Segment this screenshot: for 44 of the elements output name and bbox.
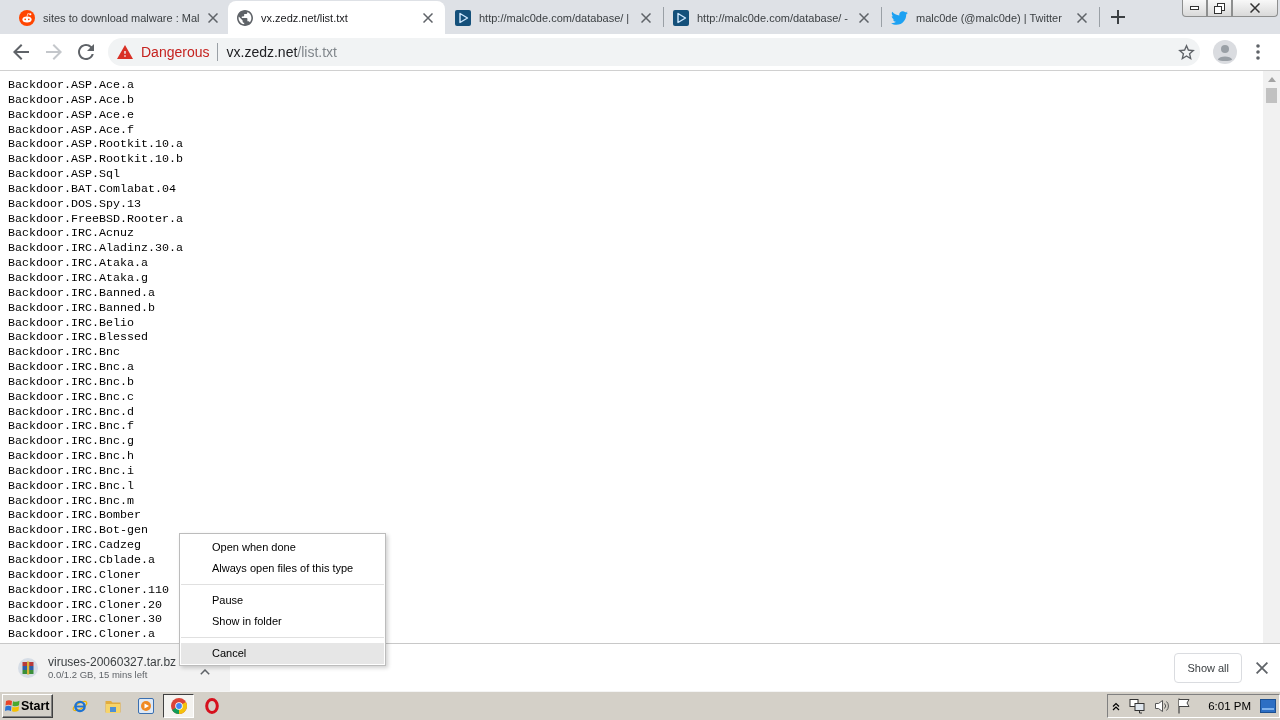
clock-time: 6:01 PM	[1208, 700, 1251, 712]
text-line: Backdoor.IRC.Bnc.b	[8, 374, 134, 390]
text-line: Backdoor.IRC.Cadzeg	[8, 538, 141, 553]
text-line: Backdoor.FreeBSD.Rooter.a	[8, 211, 183, 227]
text-line: Backdoor.IRC.Bnc.h	[8, 449, 134, 464]
text-line: Backdoor.IRC.Bomber	[8, 508, 141, 524]
text-line: Backdoor.IRC.Bnc.i	[8, 463, 134, 479]
text-line: Backdoor.IRC.Bnc.c	[8, 389, 134, 405]
text-line: Backdoor.IRC.Bnc.g	[8, 434, 134, 450]
download-filename: viruses-20060327.tar.bz	[48, 655, 177, 669]
text-line: Backdoor.IRC.Bot-gen	[8, 523, 148, 539]
text-line: Backdoor.ASP.Sql	[8, 167, 120, 182]
text-line: Backdoor.IRC.Blessed	[8, 330, 148, 346]
text-line: Backdoor.IRC.Cloner	[8, 567, 141, 583]
text-line: Backdoor.BAT.Comlabat.04	[8, 181, 176, 197]
text-line: Backdoor.IRC.Acnuz	[8, 226, 134, 242]
text-line: Backdoor.IRC.Banned.b	[8, 300, 155, 316]
text-line: Backdoor.ASP.Ace.f	[8, 122, 134, 138]
url-host: vx.zedz.net	[226, 44, 298, 60]
text-line: Backdoor.IRC.Cloner.110	[8, 582, 169, 598]
text-line: Backdoor.ASP.Rootkit.10.a	[8, 137, 183, 153]
text-line: Backdoor.IRC.Banned.a	[8, 285, 155, 301]
text-line: Backdoor.IRC.Cblade.a	[8, 553, 155, 568]
text-line: Backdoor.IRC.Ataka.a	[8, 256, 148, 271]
text-line: Backdoor.DOS.Spy.13	[8, 196, 141, 212]
text-line: Backdoor.ASP.Ace.a	[8, 78, 134, 93]
text-line: Backdoor.IRC.Bnc.m	[8, 493, 134, 509]
text-line: Backdoor.ASP.Ace.e	[8, 107, 134, 123]
text-line: Backdoor.IRC.Bnc	[8, 345, 120, 361]
text-line: Backdoor.IRC.Cloner.a	[8, 627, 155, 643]
text-line: Backdoor.IRC.Bnc.d	[8, 404, 134, 420]
text-line: Backdoor.IRC.Cloner.20	[8, 597, 162, 613]
text-line: Backdoor.IRC.Bnc.a	[8, 360, 134, 375]
url-path: /list.txt	[297, 44, 337, 60]
text-line: Backdoor.ASP.Ace.b	[8, 92, 134, 108]
text-line: Backdoor.IRC.Ataka.g	[8, 270, 148, 286]
text-line: Backdoor.ASP.Rootkit.10.b	[8, 152, 183, 168]
text-line: Backdoor.IRC.Bnc.f	[8, 419, 134, 435]
download-status: 0.0/1.2 GB, 15 mins left	[48, 669, 149, 680]
text-line: Backdoor.IRC.Cloner.30	[8, 612, 162, 628]
security-label: Dangerous	[141, 44, 210, 60]
text-line: Backdoor.IRC.Bnc.l	[8, 478, 134, 494]
text-line: Backdoor.IRC.Aladinz.30.a	[8, 241, 183, 257]
text-line: Backdoor.IRC.Belio	[8, 315, 134, 331]
